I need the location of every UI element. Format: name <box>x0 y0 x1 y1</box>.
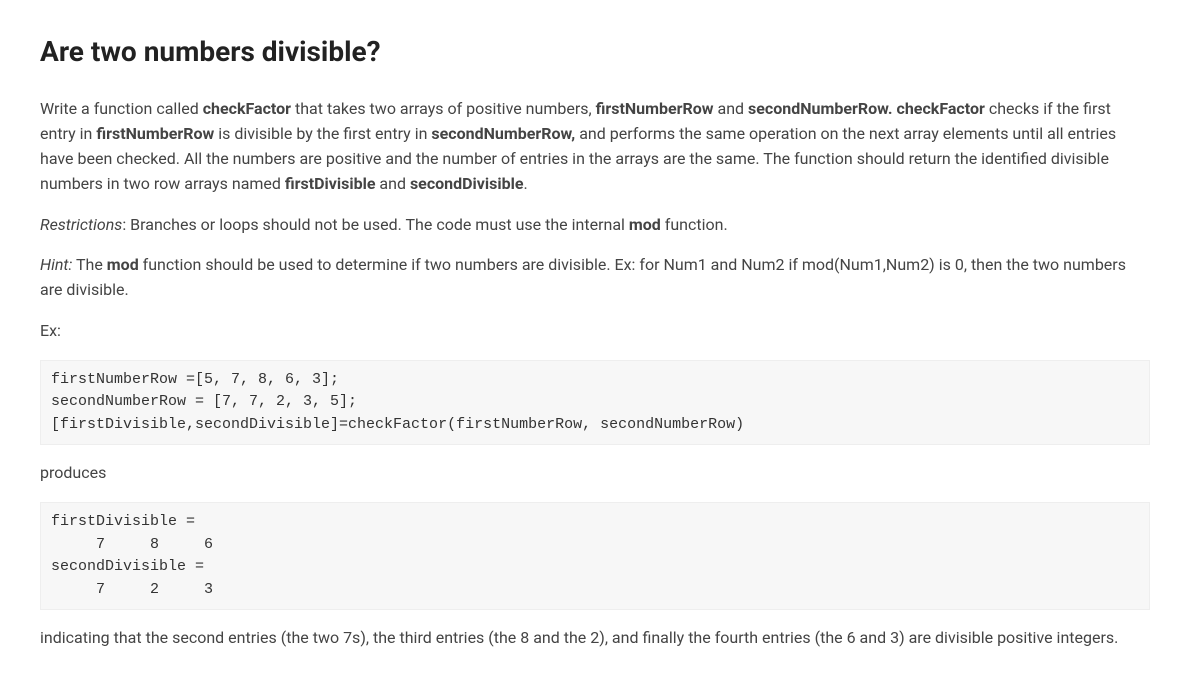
bold-term: checkFactor <box>203 99 291 118</box>
conclusion-paragraph: indicating that the second entries (the … <box>40 626 1150 651</box>
text: and <box>375 174 410 193</box>
text: function. <box>661 215 728 234</box>
intro-paragraph: Write a function called checkFactor that… <box>40 97 1150 196</box>
italic-label: Hint: <box>40 255 72 274</box>
bold-term: firstNumberRow <box>596 99 714 118</box>
code-block-output: firstDivisible = 7 8 6 secondDivisible =… <box>40 502 1150 610</box>
bold-term: mod <box>629 215 661 234</box>
document-body: Are two numbers divisible? Write a funct… <box>40 30 1150 651</box>
bold-term: firstNumberRow <box>96 124 214 143</box>
text: that takes two arrays of positive number… <box>291 99 596 118</box>
hint-paragraph: Hint: The mod function should be used to… <box>40 253 1150 303</box>
bold-term: mod <box>107 255 139 274</box>
text: : Branches or loops should not be used. … <box>122 215 629 234</box>
text: . <box>523 174 527 193</box>
page-title: Are two numbers divisible? <box>40 30 1150 73</box>
text: function should be used to determine if … <box>40 255 1126 299</box>
bold-term: secondNumberRow. checkFactor <box>748 99 985 118</box>
text: is divisible by the first entry in <box>214 124 431 143</box>
bold-term: firstDivisible <box>285 174 376 193</box>
bold-term: secondDivisible <box>410 174 524 193</box>
text: The <box>72 255 106 274</box>
text: and <box>714 99 749 118</box>
produces-label: produces <box>40 461 1150 486</box>
italic-label: Restrictions <box>40 215 122 234</box>
restrictions-paragraph: Restrictions: Branches or loops should n… <box>40 213 1150 238</box>
bold-term: secondNumberRow, <box>431 124 575 143</box>
text: Write a function called <box>40 99 203 118</box>
code-block-input: firstNumberRow =[5, 7, 8, 6, 3]; secondN… <box>40 360 1150 446</box>
example-label: Ex: <box>40 319 1150 344</box>
